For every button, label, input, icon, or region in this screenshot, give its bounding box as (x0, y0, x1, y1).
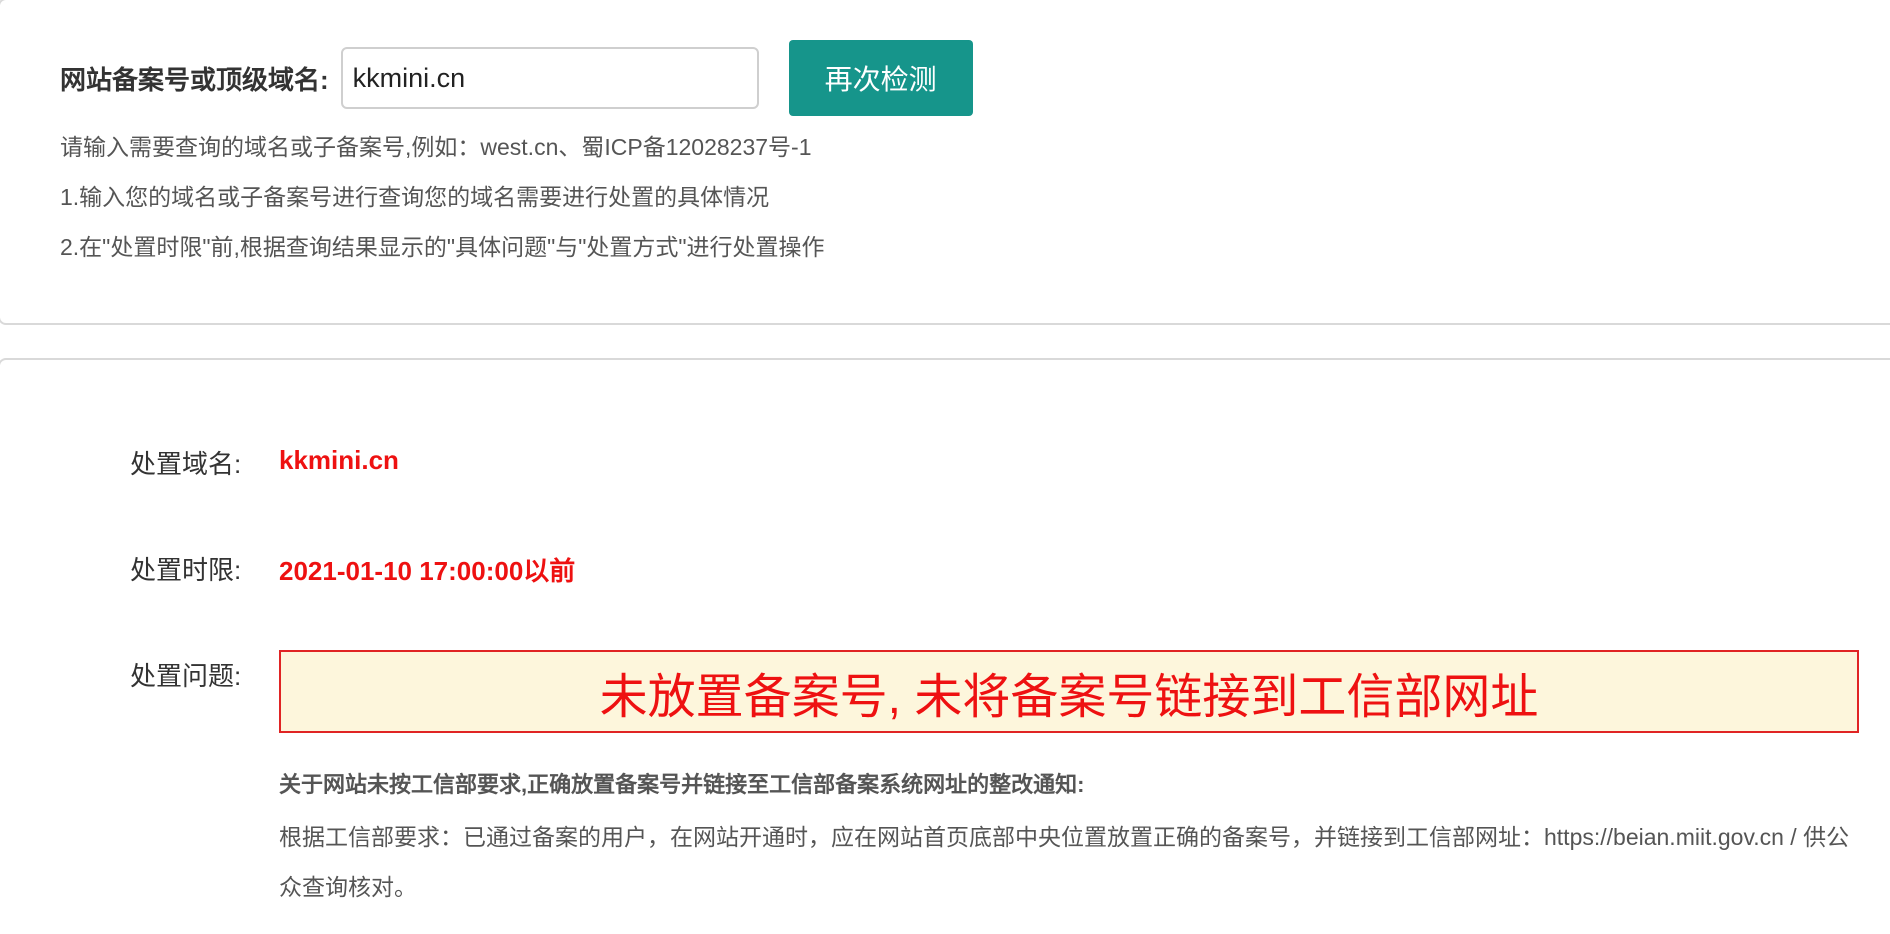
domain-field-label: 网站备案号或顶级域名: (60, 64, 329, 95)
domain-input[interactable] (340, 47, 759, 109)
search-hint-step-2: 2.在"处置时限"前,根据查询结果显示的"具体问题"与"处置方式"进行处置操作 (60, 234, 825, 260)
notice-title: 关于网站未按工信部要求,正确放置备案号并链接至工信部备案系统网址的整改通知: (279, 772, 1085, 797)
issue-box: 未放置备案号, 未将备案号链接到工信部网址 (279, 650, 1859, 733)
disposal-issue-label: 处置问题: (130, 661, 242, 691)
notice-body: 根据工信部要求：已通过备案的用户，在网站开通时，应在网站首页底部中央位置放置正确… (279, 824, 1850, 900)
recheck-button[interactable]: 再次检测 (788, 40, 973, 116)
disposal-domain-value: kkmini.cn (279, 445, 399, 475)
page: 网站备案号或顶级域名: 再次检测 请输入需要查询的域名或子备案号,例如：west… (0, 0, 1890, 934)
disposal-deadline-value: 2021-01-10 17:00:00以前 (279, 556, 576, 586)
issue-text: 未放置备案号, 未将备案号链接到工信部网址 (599, 670, 1539, 724)
search-hint-example: 请输入需要查询的域名或子备案号,例如：west.cn、蜀ICP备12028237… (60, 134, 812, 160)
search-hint-step-1: 1.输入您的域名或子备案号进行查询您的域名需要进行处置的具体情况 (60, 184, 770, 210)
search-row: 网站备案号或顶级域名: 再次检测 (60, 40, 973, 116)
disposal-domain-label: 处置域名: (130, 449, 242, 479)
disposal-deadline-label: 处置时限: (130, 555, 242, 585)
